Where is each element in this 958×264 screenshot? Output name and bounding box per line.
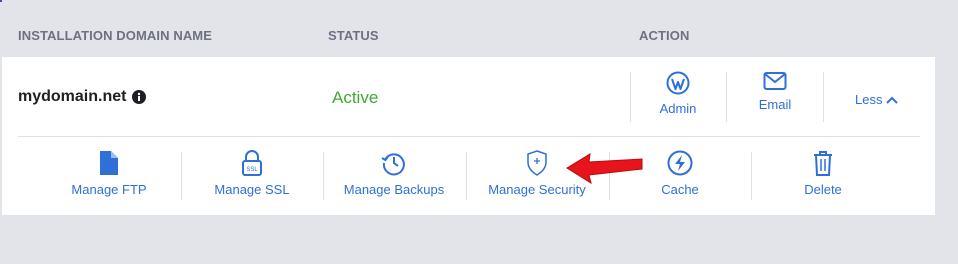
manage-ssl-button[interactable]: SSL Manage SSL (187, 150, 317, 197)
svg-text:SSL: SSL (246, 167, 258, 173)
ssl-lock-icon: SSL (242, 150, 262, 176)
divider (466, 152, 467, 200)
email-button[interactable]: Email (735, 71, 815, 112)
wordpress-icon (666, 71, 690, 95)
file-icon (100, 151, 118, 175)
chevron-up-icon (886, 96, 899, 104)
status-badge: Active (332, 88, 379, 107)
domain-name: mydomain.net (18, 88, 127, 105)
divider (823, 72, 824, 122)
admin-button[interactable]: Admin (638, 71, 718, 116)
domain-cell: mydomain.net (18, 88, 147, 106)
history-clock-icon (381, 153, 405, 176)
shield-icon (527, 150, 547, 176)
installation-row-card: mydomain.net Active Admin Email Less Man… (2, 57, 935, 215)
divider (323, 152, 324, 200)
manage-ssl-label: Manage SSL (214, 182, 290, 197)
header-domain-name: INSTALLATION DOMAIN NAME (18, 28, 213, 43)
table-header: INSTALLATION DOMAIN NAME STATUS ACTION (0, 28, 958, 44)
envelope-icon (763, 72, 787, 90)
lightning-icon (667, 150, 693, 176)
header-status: STATUS (328, 28, 379, 43)
divider (751, 152, 752, 200)
divider (630, 72, 631, 122)
trash-icon (814, 151, 832, 176)
annotation-arrow-icon (566, 153, 643, 185)
less-toggle[interactable]: Less (855, 92, 899, 107)
manage-ftp-label: Manage FTP (71, 182, 147, 197)
delete-button[interactable]: Delete (758, 150, 888, 197)
section-divider (18, 136, 920, 137)
divider (181, 152, 182, 200)
delete-label: Delete (804, 182, 842, 197)
info-icon[interactable] (132, 90, 147, 104)
manage-ftp-button[interactable]: Manage FTP (44, 150, 174, 197)
corner-mark (0, 0, 2, 2)
admin-label: Admin (659, 101, 697, 116)
manage-backups-button[interactable]: Manage Backups (329, 150, 459, 197)
header-action: ACTION (639, 28, 690, 43)
divider (726, 72, 727, 122)
manage-backups-label: Manage Backups (343, 182, 445, 197)
email-label: Email (758, 97, 792, 112)
less-label: Less (855, 92, 883, 107)
cache-label: Cache (661, 182, 699, 197)
